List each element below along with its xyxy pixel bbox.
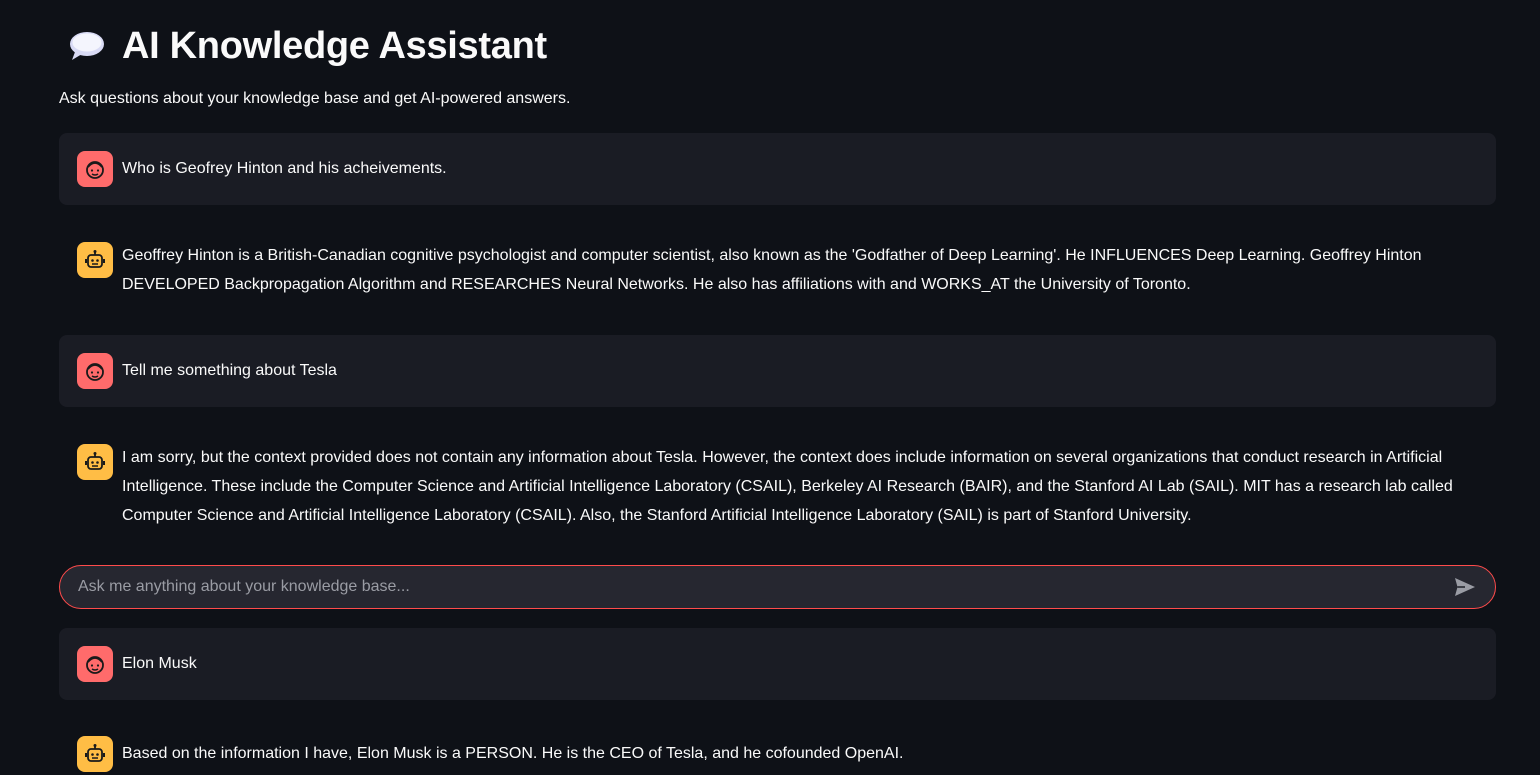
app-page: AI Knowledge Assistant Ask questions abo… — [0, 0, 1540, 775]
robot-icon — [85, 250, 105, 268]
message-text: Tell me something about Tesla — [122, 362, 337, 379]
message-text: Geoffrey Hinton is a British-Canadian co… — [122, 247, 1422, 293]
user-avatar — [77, 353, 113, 389]
message-text: Elon Musk — [122, 655, 197, 672]
user-face-icon — [86, 656, 104, 674]
send-button[interactable] — [1445, 567, 1485, 607]
chat-input-container — [59, 565, 1496, 609]
user-message: Who is Geofrey Hinton and his acheivemen… — [59, 133, 1496, 205]
assistant-message: I am sorry, but the context provided doe… — [59, 428, 1496, 548]
user-message: Elon Musk — [59, 628, 1496, 700]
user-avatar — [77, 646, 113, 682]
assistant-avatar — [77, 736, 113, 772]
robot-icon — [85, 452, 105, 470]
chat-input[interactable] — [60, 577, 1445, 597]
assistant-message: Based on the information I have, Elon Mu… — [59, 720, 1496, 775]
message-text: Who is Geofrey Hinton and his acheivemen… — [122, 160, 447, 177]
page-subtitle: Ask questions about your knowledge base … — [59, 90, 571, 107]
page-header: AI Knowledge Assistant — [66, 18, 547, 74]
send-icon — [1455, 578, 1475, 596]
user-face-icon — [86, 363, 104, 381]
user-message: Tell me something about Tesla — [59, 335, 1496, 407]
user-face-icon — [86, 161, 104, 179]
robot-icon — [85, 744, 105, 762]
assistant-avatar — [77, 444, 113, 480]
user-avatar — [77, 151, 113, 187]
page-title: AI Knowledge Assistant — [122, 24, 547, 67]
message-text: I am sorry, but the context provided doe… — [122, 449, 1453, 524]
speech-balloon-icon — [70, 32, 104, 60]
assistant-message: Geoffrey Hinton is a British-Canadian co… — [59, 226, 1496, 316]
assistant-avatar — [77, 242, 113, 278]
message-text: Based on the information I have, Elon Mu… — [122, 745, 904, 762]
